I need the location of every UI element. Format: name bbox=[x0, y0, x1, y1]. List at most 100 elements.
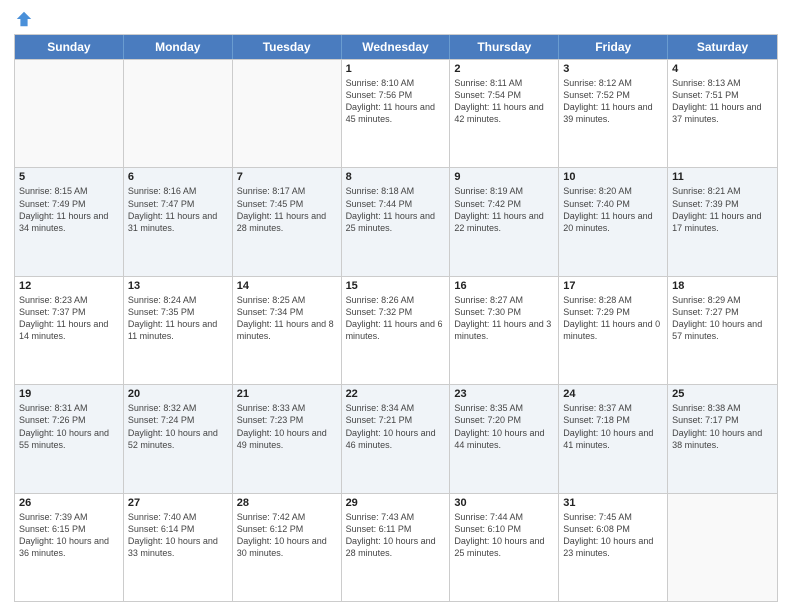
day-info: Sunrise: 8:35 AM Sunset: 7:20 PM Dayligh… bbox=[454, 402, 554, 451]
day-info: Sunrise: 8:12 AM Sunset: 7:52 PM Dayligh… bbox=[563, 77, 663, 126]
day-number: 11 bbox=[672, 171, 773, 183]
header-day-sunday: Sunday bbox=[15, 35, 124, 59]
day-info: Sunrise: 8:11 AM Sunset: 7:54 PM Dayligh… bbox=[454, 77, 554, 126]
cal-cell: 14Sunrise: 8:25 AM Sunset: 7:34 PM Dayli… bbox=[233, 277, 342, 384]
header-day-saturday: Saturday bbox=[668, 35, 777, 59]
cal-cell: 28 Sunrise: 7:42 AM Sunset: 6:12 PM Dayli… bbox=[233, 494, 342, 601]
day-info: Sunrise: 8:27 AM Sunset: 7:30 PM Dayligh… bbox=[454, 294, 554, 343]
day-number: 26 bbox=[19, 497, 119, 509]
day-number: 20 bbox=[128, 388, 228, 400]
day-info: Sunrise: 8:28 AM Sunset: 7:29 PM Dayligh… bbox=[563, 294, 663, 343]
cal-cell: 27 Sunrise: 7:40 AM Sunset: 6:14 PM Dayli… bbox=[124, 494, 233, 601]
day-info: Sunrise: 8:21 AM Sunset: 7:39 PM Dayligh… bbox=[672, 185, 773, 234]
cal-cell: 1Sunrise: 8:10 AM Sunset: 7:56 PM Daylig… bbox=[342, 60, 451, 167]
day-info: Sunrise: 7:39 AM Sunset: 6:15 PM Dayligh… bbox=[19, 511, 119, 560]
day-number: 1 bbox=[346, 63, 446, 75]
calendar: SundayMondayTuesdayWednesdayThursdayFrid… bbox=[14, 34, 778, 602]
cal-week-5: 26 Sunrise: 7:39 AM Sunset: 6:15 PM Dayli… bbox=[15, 493, 777, 601]
day-number: 13 bbox=[128, 280, 228, 292]
day-number: 23 bbox=[454, 388, 554, 400]
day-number: 29 bbox=[346, 497, 446, 509]
calendar-body: 1Sunrise: 8:10 AM Sunset: 7:56 PM Daylig… bbox=[15, 59, 777, 601]
day-info: Sunrise: 8:13 AM Sunset: 7:51 PM Dayligh… bbox=[672, 77, 773, 126]
day-info: Sunrise: 7:40 AM Sunset: 6:14 PM Dayligh… bbox=[128, 511, 228, 560]
cal-cell: 12 Sunrise: 8:23 AM Sunset: 7:37 PM Dayli… bbox=[15, 277, 124, 384]
day-number: 28 bbox=[237, 497, 337, 509]
cal-cell: 22Sunrise: 8:34 AM Sunset: 7:21 PM Dayli… bbox=[342, 385, 451, 492]
day-info: Sunrise: 8:32 AM Sunset: 7:24 PM Dayligh… bbox=[128, 402, 228, 451]
day-info: Sunrise: 8:18 AM Sunset: 7:44 PM Dayligh… bbox=[346, 185, 446, 234]
cal-cell: 13 Sunrise: 8:24 AM Sunset: 7:35 PM Dayli… bbox=[124, 277, 233, 384]
day-number: 12 bbox=[19, 280, 119, 292]
cal-week-3: 12 Sunrise: 8:23 AM Sunset: 7:37 PM Dayli… bbox=[15, 276, 777, 384]
day-info: Sunrise: 8:26 AM Sunset: 7:32 PM Dayligh… bbox=[346, 294, 446, 343]
day-number: 3 bbox=[563, 63, 663, 75]
day-number: 2 bbox=[454, 63, 554, 75]
logo-icon bbox=[15, 10, 33, 28]
day-number: 25 bbox=[672, 388, 773, 400]
day-number: 8 bbox=[346, 171, 446, 183]
day-number: 31 bbox=[563, 497, 663, 509]
cal-cell bbox=[124, 60, 233, 167]
day-number: 21 bbox=[237, 388, 337, 400]
cal-cell: 18 Sunrise: 8:29 AM Sunset: 7:27 PM Dayli… bbox=[668, 277, 777, 384]
cal-cell bbox=[15, 60, 124, 167]
day-info: Sunrise: 8:31 AM Sunset: 7:26 PM Dayligh… bbox=[19, 402, 119, 451]
cal-cell: 5 Sunrise: 8:15 AM Sunset: 7:49 PM Daylig… bbox=[15, 168, 124, 275]
cal-cell: 23 Sunrise: 8:35 AM Sunset: 7:20 PM Dayli… bbox=[450, 385, 559, 492]
cal-cell: 3 Sunrise: 8:12 AM Sunset: 7:52 PM Daylig… bbox=[559, 60, 668, 167]
day-info: Sunrise: 7:42 AM Sunset: 6:12 PM Dayligh… bbox=[237, 511, 337, 560]
logo bbox=[14, 10, 33, 28]
day-info: Sunrise: 8:23 AM Sunset: 7:37 PM Dayligh… bbox=[19, 294, 119, 343]
cal-cell: 4 Sunrise: 8:13 AM Sunset: 7:51 PM Daylig… bbox=[668, 60, 777, 167]
cal-cell bbox=[233, 60, 342, 167]
day-number: 4 bbox=[672, 63, 773, 75]
day-number: 18 bbox=[672, 280, 773, 292]
cal-cell: 21 Sunrise: 8:33 AM Sunset: 7:23 PM Dayli… bbox=[233, 385, 342, 492]
day-info: Sunrise: 7:45 AM Sunset: 6:08 PM Dayligh… bbox=[563, 511, 663, 560]
cal-week-4: 19 Sunrise: 8:31 AM Sunset: 7:26 PM Dayli… bbox=[15, 384, 777, 492]
day-number: 9 bbox=[454, 171, 554, 183]
day-info: Sunrise: 8:38 AM Sunset: 7:17 PM Dayligh… bbox=[672, 402, 773, 451]
cal-cell: 19 Sunrise: 8:31 AM Sunset: 7:26 PM Dayli… bbox=[15, 385, 124, 492]
calendar-header: SundayMondayTuesdayWednesdayThursdayFrid… bbox=[15, 35, 777, 59]
cal-cell: 6 Sunrise: 8:16 AM Sunset: 7:47 PM Daylig… bbox=[124, 168, 233, 275]
day-info: Sunrise: 8:25 AM Sunset: 7:34 PM Dayligh… bbox=[237, 294, 337, 343]
day-info: Sunrise: 7:44 AM Sunset: 6:10 PM Dayligh… bbox=[454, 511, 554, 560]
day-info: Sunrise: 8:16 AM Sunset: 7:47 PM Dayligh… bbox=[128, 185, 228, 234]
day-info: Sunrise: 8:29 AM Sunset: 7:27 PM Dayligh… bbox=[672, 294, 773, 343]
cal-cell: 16 Sunrise: 8:27 AM Sunset: 7:30 PM Dayli… bbox=[450, 277, 559, 384]
day-number: 19 bbox=[19, 388, 119, 400]
cal-cell bbox=[668, 494, 777, 601]
day-number: 27 bbox=[128, 497, 228, 509]
cal-cell: 17 Sunrise: 8:28 AM Sunset: 7:29 PM Dayli… bbox=[559, 277, 668, 384]
cal-week-2: 5 Sunrise: 8:15 AM Sunset: 7:49 PM Daylig… bbox=[15, 167, 777, 275]
day-number: 22 bbox=[346, 388, 446, 400]
cal-week-1: 1Sunrise: 8:10 AM Sunset: 7:56 PM Daylig… bbox=[15, 59, 777, 167]
day-number: 24 bbox=[563, 388, 663, 400]
day-number: 17 bbox=[563, 280, 663, 292]
day-info: Sunrise: 8:24 AM Sunset: 7:35 PM Dayligh… bbox=[128, 294, 228, 343]
day-info: Sunrise: 8:37 AM Sunset: 7:18 PM Dayligh… bbox=[563, 402, 663, 451]
day-number: 16 bbox=[454, 280, 554, 292]
cal-cell: 15 Sunrise: 8:26 AM Sunset: 7:32 PM Dayli… bbox=[342, 277, 451, 384]
header-day-monday: Monday bbox=[124, 35, 233, 59]
day-number: 6 bbox=[128, 171, 228, 183]
day-info: Sunrise: 8:19 AM Sunset: 7:42 PM Dayligh… bbox=[454, 185, 554, 234]
cal-cell: 8 Sunrise: 8:18 AM Sunset: 7:44 PM Daylig… bbox=[342, 168, 451, 275]
day-number: 30 bbox=[454, 497, 554, 509]
day-info: Sunrise: 7:43 AM Sunset: 6:11 PM Dayligh… bbox=[346, 511, 446, 560]
day-number: 5 bbox=[19, 171, 119, 183]
cal-cell: 20 Sunrise: 8:32 AM Sunset: 7:24 PM Dayli… bbox=[124, 385, 233, 492]
day-info: Sunrise: 8:15 AM Sunset: 7:49 PM Dayligh… bbox=[19, 185, 119, 234]
day-info: Sunrise: 8:17 AM Sunset: 7:45 PM Dayligh… bbox=[237, 185, 337, 234]
cal-cell: 30 Sunrise: 7:44 AM Sunset: 6:10 PM Dayli… bbox=[450, 494, 559, 601]
header-day-tuesday: Tuesday bbox=[233, 35, 342, 59]
day-info: Sunrise: 8:33 AM Sunset: 7:23 PM Dayligh… bbox=[237, 402, 337, 451]
day-number: 15 bbox=[346, 280, 446, 292]
cal-cell: 29 Sunrise: 7:43 AM Sunset: 6:11 PM Dayli… bbox=[342, 494, 451, 601]
header-day-thursday: Thursday bbox=[450, 35, 559, 59]
day-number: 7 bbox=[237, 171, 337, 183]
cal-cell: 24 Sunrise: 8:37 AM Sunset: 7:18 PM Dayli… bbox=[559, 385, 668, 492]
cal-cell: 9 Sunrise: 8:19 AM Sunset: 7:42 PM Daylig… bbox=[450, 168, 559, 275]
